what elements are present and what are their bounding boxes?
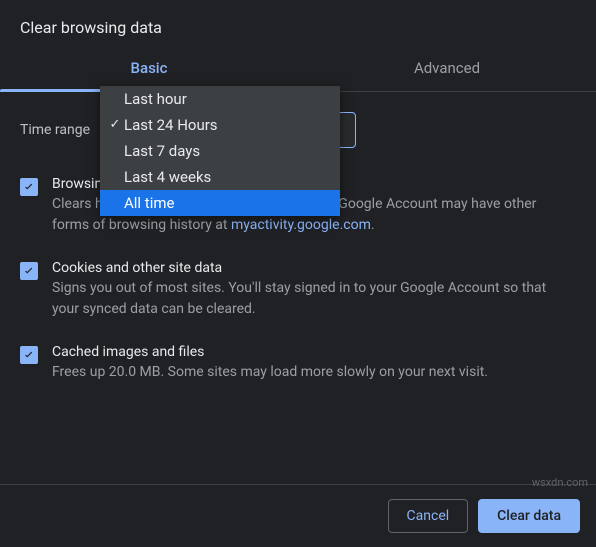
dialog-footer: Cancel Clear data bbox=[0, 484, 596, 547]
option-title: Cookies and other site data bbox=[52, 260, 576, 276]
dropdown-item-last-4-weeks[interactable]: Last 4 weeks bbox=[100, 164, 340, 190]
dropdown-item-last-24-hours[interactable]: ✓ Last 24 Hours bbox=[100, 112, 340, 138]
checkbox-cache[interactable] bbox=[20, 346, 38, 364]
option-desc: Signs you out of most sites. You'll stay… bbox=[52, 278, 576, 320]
tab-basic[interactable]: Basic bbox=[0, 47, 298, 91]
myactivity-link[interactable]: myactivity.google.com bbox=[231, 217, 371, 233]
check-icon bbox=[22, 180, 36, 194]
option-title: Cached images and files bbox=[52, 344, 576, 360]
watermark: wsxdn.com bbox=[532, 476, 588, 489]
check-icon bbox=[22, 348, 36, 362]
checkmark-icon: ✓ bbox=[106, 114, 124, 136]
checkbox-cookies[interactable] bbox=[20, 262, 38, 280]
check-icon bbox=[22, 264, 36, 278]
cancel-button[interactable]: Cancel bbox=[388, 499, 469, 533]
dropdown-item-all-time[interactable]: All time bbox=[100, 190, 340, 216]
tab-advanced[interactable]: Advanced bbox=[298, 47, 596, 91]
checkbox-browsing-history[interactable] bbox=[20, 178, 38, 196]
time-range-label: Time range bbox=[20, 122, 90, 138]
dropdown-item-last-7-days[interactable]: Last 7 days bbox=[100, 138, 340, 164]
time-range-dropdown: Last hour ✓ Last 24 Hours Last 7 days La… bbox=[100, 86, 340, 216]
option-cache: Cached images and files Frees up 20.0 MB… bbox=[20, 344, 576, 383]
option-desc: Frees up 20.0 MB. Some sites may load mo… bbox=[52, 362, 576, 383]
dropdown-item-last-hour[interactable]: Last hour bbox=[100, 86, 340, 112]
clear-data-button[interactable]: Clear data bbox=[478, 499, 580, 533]
option-cookies: Cookies and other site data Signs you ou… bbox=[20, 260, 576, 320]
dialog-title: Clear browsing data bbox=[0, 0, 596, 47]
